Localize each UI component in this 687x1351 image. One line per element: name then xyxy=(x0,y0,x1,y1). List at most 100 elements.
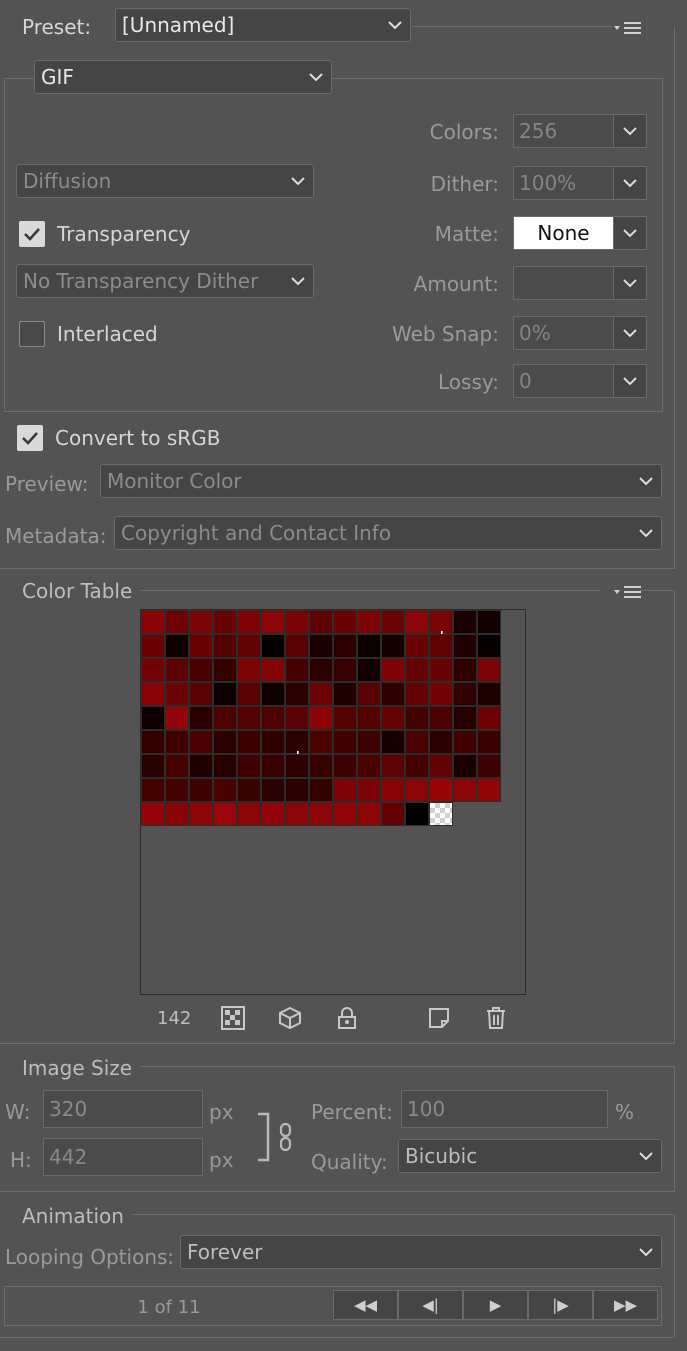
chevron-down-icon[interactable] xyxy=(613,266,647,300)
lossy-field[interactable]: 0 xyxy=(513,364,613,398)
color-swatch[interactable] xyxy=(381,658,405,682)
chevron-down-icon[interactable] xyxy=(613,216,647,250)
color-swatch[interactable] xyxy=(477,706,501,730)
color-swatch[interactable] xyxy=(309,802,333,826)
color-swatch[interactable] xyxy=(213,778,237,802)
constrain-proportions-link-icon[interactable] xyxy=(256,1112,292,1164)
color-table-grid[interactable] xyxy=(140,609,526,995)
color-swatch[interactable] xyxy=(189,610,213,634)
dither-field[interactable]: 100% xyxy=(513,166,613,200)
color-swatch[interactable] xyxy=(165,634,189,658)
color-swatch[interactable] xyxy=(261,610,285,634)
color-swatch[interactable] xyxy=(405,778,429,802)
color-swatch[interactable] xyxy=(285,658,309,682)
color-swatch[interactable] xyxy=(429,610,453,638)
color-swatch[interactable] xyxy=(141,634,165,658)
color-swatch[interactable] xyxy=(189,658,213,682)
color-swatch[interactable] xyxy=(357,754,381,778)
color-swatch[interactable] xyxy=(357,730,381,754)
first-frame-button[interactable]: ◀◀ xyxy=(333,1290,398,1320)
color-swatch[interactable] xyxy=(165,730,189,754)
color-swatch[interactable] xyxy=(429,802,453,826)
looping-select[interactable]: Forever xyxy=(180,1235,662,1269)
cube-icon[interactable] xyxy=(278,1006,304,1032)
color-swatch[interactable] xyxy=(381,610,405,634)
color-swatch[interactable] xyxy=(429,778,453,802)
quality-select[interactable]: Bicubic xyxy=(398,1139,662,1173)
color-swatch[interactable] xyxy=(261,706,285,730)
color-swatch[interactable] xyxy=(165,610,189,634)
color-swatch[interactable] xyxy=(261,778,285,802)
color-swatch[interactable] xyxy=(381,634,405,658)
color-swatch[interactable] xyxy=(333,658,357,682)
color-swatch[interactable] xyxy=(357,802,381,826)
amount-combo[interactable] xyxy=(513,266,647,300)
color-table-menu-icon[interactable] xyxy=(614,582,644,598)
matte-combo[interactable]: None xyxy=(513,216,647,250)
color-swatch[interactable] xyxy=(261,802,285,826)
color-swatch[interactable] xyxy=(405,658,429,682)
color-swatch[interactable] xyxy=(213,754,237,778)
convert-srgb-checkbox[interactable] xyxy=(17,425,43,451)
percent-input[interactable]: 100 xyxy=(401,1090,608,1128)
color-swatch[interactable] xyxy=(453,754,477,778)
colors-field[interactable]: 256 xyxy=(513,114,613,148)
next-frame-button[interactable]: |▶ xyxy=(528,1290,593,1320)
color-swatch[interactable] xyxy=(477,730,501,754)
color-swatch[interactable] xyxy=(141,802,165,826)
color-swatch[interactable] xyxy=(309,682,333,706)
color-swatch[interactable] xyxy=(429,634,453,658)
color-swatch[interactable] xyxy=(309,778,333,802)
color-swatch[interactable] xyxy=(189,682,213,706)
color-swatch[interactable] xyxy=(189,778,213,802)
color-swatch[interactable] xyxy=(165,682,189,706)
color-swatch[interactable] xyxy=(309,634,333,658)
color-swatch[interactable] xyxy=(141,658,165,682)
color-swatch[interactable] xyxy=(309,730,333,754)
preview-select[interactable]: Monitor Color xyxy=(100,464,662,498)
color-swatch[interactable] xyxy=(213,634,237,658)
websnap-combo[interactable]: 0% xyxy=(513,316,647,350)
color-swatch[interactable] xyxy=(261,634,285,658)
color-swatch[interactable] xyxy=(237,730,261,754)
color-swatch[interactable] xyxy=(237,634,261,658)
transparency-dither-select[interactable]: No Transparency Dither xyxy=(16,264,314,298)
color-swatch[interactable] xyxy=(189,730,213,754)
color-swatch[interactable] xyxy=(333,802,357,826)
color-swatch[interactable] xyxy=(429,658,453,682)
new-color-icon[interactable] xyxy=(427,1006,453,1032)
color-swatch[interactable] xyxy=(381,778,405,802)
color-swatch[interactable] xyxy=(237,802,261,826)
color-swatch[interactable] xyxy=(429,754,453,778)
color-swatch[interactable] xyxy=(141,682,165,706)
color-swatch[interactable] xyxy=(237,778,261,802)
color-swatch[interactable] xyxy=(189,754,213,778)
color-swatch[interactable] xyxy=(285,706,309,730)
metadata-select[interactable]: Copyright and Contact Info xyxy=(114,516,662,550)
color-swatch[interactable] xyxy=(237,658,261,682)
color-swatch[interactable] xyxy=(165,754,189,778)
color-swatch[interactable] xyxy=(477,682,501,706)
color-swatch[interactable] xyxy=(189,802,213,826)
color-swatch[interactable] xyxy=(477,634,501,658)
color-swatch[interactable] xyxy=(237,682,261,706)
color-swatch[interactable] xyxy=(453,778,477,802)
color-swatch[interactable] xyxy=(285,802,309,826)
color-swatch[interactable] xyxy=(453,634,477,658)
color-swatch[interactable] xyxy=(405,754,429,778)
last-frame-button[interactable]: ▶▶ xyxy=(593,1290,658,1320)
color-swatch[interactable] xyxy=(333,730,357,754)
color-swatch[interactable] xyxy=(381,682,405,706)
color-swatch[interactable] xyxy=(405,802,429,826)
width-input[interactable]: 320 xyxy=(43,1090,203,1128)
dither-combo[interactable]: 100% xyxy=(513,166,647,200)
color-swatch[interactable] xyxy=(429,706,453,730)
color-swatch[interactable] xyxy=(237,610,261,634)
color-swatch[interactable] xyxy=(333,706,357,730)
chevron-down-icon[interactable] xyxy=(613,364,647,398)
color-swatch[interactable] xyxy=(381,706,405,730)
color-swatch[interactable] xyxy=(477,610,501,634)
color-swatch[interactable] xyxy=(453,658,477,682)
color-swatch[interactable] xyxy=(309,610,333,634)
color-swatch[interactable] xyxy=(261,682,285,706)
